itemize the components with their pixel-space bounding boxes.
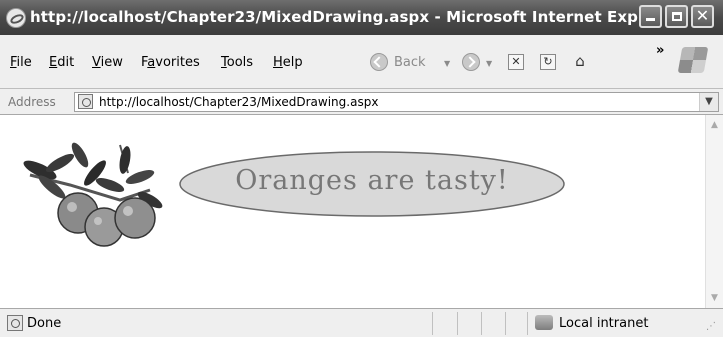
- close-button[interactable]: ✕: [691, 5, 714, 28]
- banner-text: Oranges are tasty!: [235, 165, 509, 196]
- scroll-down-icon[interactable]: ▼: [707, 290, 722, 306]
- menu-file[interactable]: File: [10, 55, 32, 70]
- maximize-button[interactable]: [665, 5, 688, 28]
- address-bar: Address http://localhost/Chapter23/Mixed…: [0, 89, 723, 115]
- address-dropdown-button[interactable]: ▼: [699, 93, 718, 111]
- scroll-up-icon[interactable]: ▲: [707, 117, 722, 133]
- windows-logo-icon: [677, 47, 709, 73]
- stop-icon[interactable]: ✕: [508, 54, 524, 70]
- title-bar: http://localhost/Chapter23/MixedDrawing.…: [0, 0, 723, 35]
- orange-branch-image: [23, 142, 163, 247]
- status-divider: [457, 312, 458, 335]
- page-content: Oranges are tasty!: [0, 115, 705, 308]
- refresh-icon[interactable]: ↻: [540, 54, 556, 70]
- back-icon: [370, 53, 388, 71]
- minimize-button[interactable]: [639, 5, 662, 28]
- status-text: Done: [27, 316, 62, 331]
- menu-tools[interactable]: Tools: [221, 55, 253, 70]
- vertical-scrollbar[interactable]: ▲ ▼: [705, 115, 723, 308]
- close-icon: ✕: [695, 6, 710, 25]
- forward-dropdown-icon[interactable]: ▼: [486, 59, 492, 68]
- status-divider: [527, 312, 528, 335]
- window-title: http://localhost/Chapter23/MixedDrawing.…: [30, 8, 661, 26]
- security-zone-label: Local intranet: [559, 316, 649, 331]
- menu-favorites[interactable]: Favorites: [141, 55, 200, 70]
- minimize-icon: [646, 18, 655, 21]
- local-intranet-icon: [535, 315, 553, 330]
- menu-view[interactable]: View: [92, 55, 123, 70]
- menu-help[interactable]: Help: [273, 55, 303, 70]
- address-label: Address: [8, 95, 56, 109]
- home-icon[interactable]: ⌂: [572, 54, 588, 70]
- forward-icon[interactable]: [462, 53, 480, 71]
- status-divider: [481, 312, 482, 335]
- status-bar: Done Local intranet ⋰: [0, 308, 723, 337]
- resize-grip-icon[interactable]: ⋰: [706, 321, 720, 335]
- address-input[interactable]: http://localhost/Chapter23/MixedDrawing.…: [74, 92, 719, 112]
- maximize-icon: [671, 12, 682, 21]
- status-divider: [505, 312, 506, 335]
- ie-icon: [6, 8, 26, 28]
- toolbar-overflow-chevron[interactable]: »: [656, 43, 664, 58]
- menu-bar: File Edit View Favorites Tools Help Back…: [0, 35, 723, 89]
- back-button[interactable]: Back ▼: [370, 52, 460, 74]
- status-divider: [432, 312, 433, 335]
- menu-edit[interactable]: Edit: [49, 55, 74, 70]
- back-dropdown-icon[interactable]: ▼: [444, 59, 450, 68]
- page-icon: [78, 94, 93, 109]
- page-done-icon: [7, 315, 23, 331]
- content-canvas: [23, 142, 565, 247]
- address-url[interactable]: http://localhost/Chapter23/MixedDrawing.…: [99, 95, 378, 109]
